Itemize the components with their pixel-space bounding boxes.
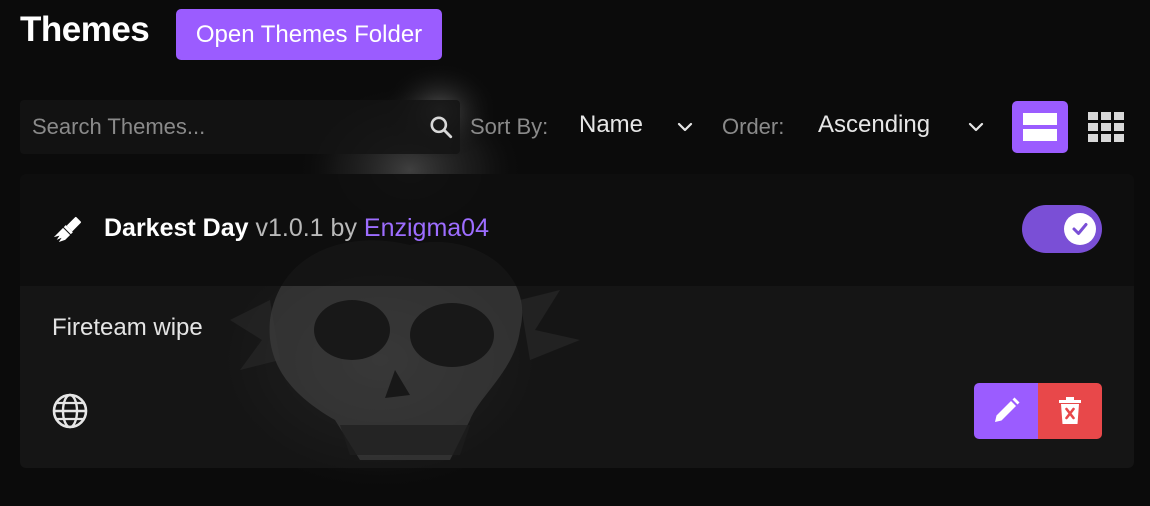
order-select[interactable]: Ascending xyxy=(818,111,930,139)
chevron-down-icon[interactable] xyxy=(967,118,985,136)
search-input[interactable] xyxy=(32,100,422,154)
toggle-knob xyxy=(1064,213,1096,245)
trash-icon xyxy=(1059,397,1081,424)
theme-by-label: by xyxy=(330,214,357,242)
pencil-icon xyxy=(995,397,1020,422)
theme-description: Fireteam wipe xyxy=(52,314,203,341)
edit-theme-button[interactable] xyxy=(974,383,1038,439)
theme-enabled-toggle[interactable] xyxy=(1022,205,1102,253)
order-label: Order: xyxy=(722,114,785,139)
theme-title: Darkest Day v1.0.1 by Enzigma04 xyxy=(104,214,489,243)
list-view-button[interactable] xyxy=(1012,101,1068,153)
delete-theme-button[interactable] xyxy=(1038,383,1102,439)
search-icon[interactable] xyxy=(428,114,454,140)
grid-view-icon xyxy=(1088,112,1124,142)
chevron-down-icon[interactable] xyxy=(676,118,694,136)
sort-by-label: Sort By: xyxy=(470,114,549,139)
sort-by-select[interactable]: Name xyxy=(579,111,643,139)
theme-card: Darkest Day v1.0.1 by Enzigma04 Fireteam… xyxy=(20,174,1134,468)
check-icon xyxy=(1072,223,1088,235)
search-bar xyxy=(20,100,460,154)
paintbrush-icon xyxy=(53,216,82,243)
theme-card-header: Darkest Day v1.0.1 by Enzigma04 xyxy=(20,174,1134,286)
page-title: Themes xyxy=(20,10,150,49)
theme-version: v1.0.1 xyxy=(255,214,324,242)
theme-name: Darkest Day xyxy=(104,214,249,242)
globe-icon[interactable] xyxy=(51,392,89,430)
theme-author-link[interactable]: Enzigma04 xyxy=(364,214,489,242)
list-view-icon xyxy=(1023,113,1057,141)
grid-view-button[interactable] xyxy=(1086,108,1126,146)
open-themes-folder-button[interactable]: Open Themes Folder xyxy=(176,9,442,60)
